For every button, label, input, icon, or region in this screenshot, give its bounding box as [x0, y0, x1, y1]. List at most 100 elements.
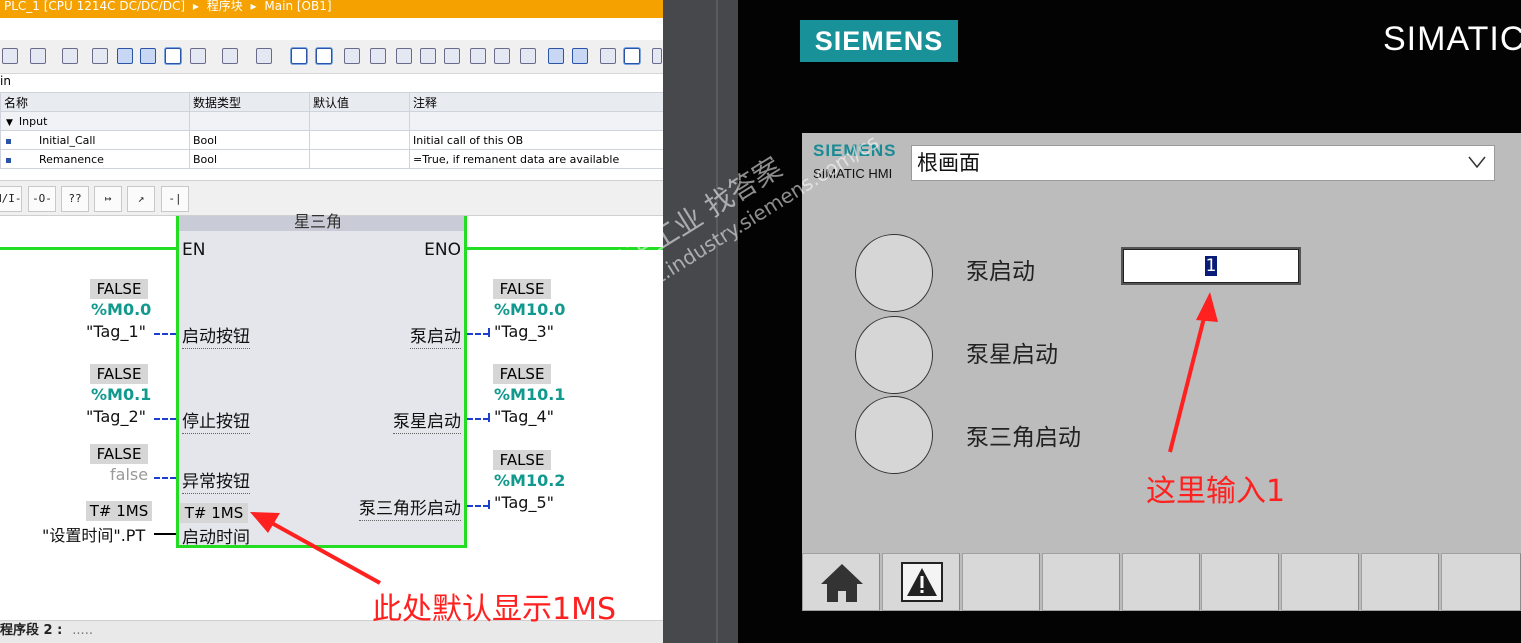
- status-value: FALSE: [493, 279, 551, 299]
- operand-tag[interactable]: "Tag_4": [494, 407, 554, 426]
- pin-start-time: 启动时间: [182, 528, 250, 548]
- screen-brand-sub: SIMATIC HMI: [813, 166, 893, 181]
- connection-line: [154, 533, 176, 535]
- operand-tag[interactable]: "Tag_2": [86, 407, 146, 426]
- toolbar-icon[interactable]: [92, 48, 108, 64]
- operand-address[interactable]: %M10.0: [494, 300, 565, 319]
- window-divider: [663, 0, 738, 643]
- toolbar-icon[interactable]: [62, 48, 78, 64]
- table-row[interactable]: Initial_Call Bool Initial call of this O…: [0, 130, 663, 150]
- column-header-type[interactable]: 数据类型: [189, 92, 310, 112]
- toolbar-icon[interactable]: [140, 48, 156, 64]
- breadcrumb-device[interactable]: PLC_1 [CPU 1214C DC/DC/DC]: [4, 0, 185, 13]
- toolbar-icon[interactable]: [494, 48, 510, 64]
- param-type: Bool: [189, 130, 310, 150]
- function-key[interactable]: [1201, 553, 1279, 611]
- operand-constant[interactable]: false: [110, 465, 148, 484]
- function-key[interactable]: [1042, 553, 1120, 611]
- toolbar-icon[interactable]: [30, 48, 46, 64]
- column-header-name[interactable]: 名称: [0, 92, 190, 112]
- column-header-comment[interactable]: 注释: [409, 92, 663, 112]
- toolbar-icon[interactable]: [652, 48, 662, 64]
- empty-box-icon[interactable]: ??: [61, 186, 89, 212]
- chevron-down-icon[interactable]: [1468, 156, 1486, 168]
- function-block-star-delta[interactable]: 星三角 EN ENO 启动按钮 停止按钮 异常按钮 T# 1MS 启动时间 泵启…: [176, 212, 467, 548]
- group-label: Input: [18, 114, 48, 128]
- function-key-bar: [802, 553, 1521, 611]
- open-branch-icon[interactable]: ↦: [94, 186, 122, 212]
- pin-pump-star: 泵星启动: [393, 407, 461, 434]
- toolbar-icon[interactable]: [117, 48, 133, 64]
- table-row-group[interactable]: ▼ Input: [0, 111, 663, 131]
- function-key[interactable]: [1441, 553, 1521, 611]
- power-rail-left: [0, 247, 176, 250]
- operand-tag[interactable]: "设置时间".PT: [42, 522, 145, 546]
- operand-address[interactable]: %M10.2: [494, 471, 565, 490]
- annotation-right: 这里输入1: [1146, 474, 1286, 509]
- toolbar-icon[interactable]: [396, 48, 412, 64]
- toolbar-icon[interactable]: [548, 48, 564, 64]
- toolbar-icon[interactable]: [600, 48, 616, 64]
- home-button[interactable]: [802, 553, 880, 611]
- breadcrumb-program-blocks[interactable]: 程序块: [207, 0, 243, 13]
- param-default: [309, 130, 410, 150]
- function-key[interactable]: [1281, 553, 1359, 611]
- toolbar-icon[interactable]: [370, 48, 386, 64]
- alarm-button[interactable]: [882, 553, 960, 611]
- function-key[interactable]: [1361, 553, 1439, 611]
- collapse-triangle-icon[interactable]: ▼: [6, 118, 13, 128]
- toolbar-icon[interactable]: [222, 48, 238, 64]
- toolbar-icon[interactable]: [420, 48, 436, 64]
- screen-brand: SIEMENS: [813, 141, 897, 160]
- connection-line: [467, 505, 489, 507]
- operand-address[interactable]: %M10.1: [494, 385, 565, 404]
- toolbar-icon[interactable]: [444, 48, 460, 64]
- nc-contact-icon[interactable]: H/I-: [0, 186, 22, 212]
- hmi-screen: SIEMENS SIMATIC HMI 根画面 泵启动 泵星启动 泵三角启动 1: [802, 133, 1521, 611]
- screen-select-dropdown[interactable]: 根画面: [911, 145, 1495, 181]
- function-key[interactable]: [1122, 553, 1200, 611]
- toolbar-icon[interactable]: [190, 48, 206, 64]
- operand-tag[interactable]: "Tag_5": [494, 493, 554, 512]
- io-field-value: 1: [1204, 256, 1218, 276]
- param-comment: Initial call of this OB: [409, 130, 663, 150]
- connection-line: [154, 333, 176, 335]
- annotation-left: 此处默认显示1MS: [372, 592, 617, 627]
- io-field-time-input[interactable]: 1: [1121, 247, 1301, 285]
- column-header-default[interactable]: 默认值: [309, 92, 410, 112]
- param-type: Bool: [189, 149, 310, 169]
- parameter-icon: [6, 138, 11, 144]
- tia-portal-window: PLC_1 [CPU 1214C DC/DC/DC] ▸ 程序块 ▸ Main …: [0, 0, 663, 643]
- home-icon: [821, 564, 863, 602]
- toolbar-icon[interactable]: [470, 48, 486, 64]
- operand-address[interactable]: %M0.0: [91, 300, 151, 319]
- table-row[interactable]: Remanence Bool =True, if remanent data a…: [0, 149, 663, 169]
- coil-icon[interactable]: -O-: [28, 186, 56, 212]
- operand-tag[interactable]: "Tag_1": [86, 322, 146, 341]
- toolbar-icon[interactable]: [2, 48, 18, 64]
- pin-fault-button: 异常按钮: [182, 467, 250, 494]
- toolbar-icon[interactable]: [316, 48, 332, 64]
- toolbar-icon[interactable]: [344, 48, 360, 64]
- toolbar-icon[interactable]: [624, 48, 640, 64]
- toolbar-icon[interactable]: [572, 48, 588, 64]
- branch-connector-icon[interactable]: -|: [161, 186, 189, 212]
- param-name: Remanence: [39, 152, 104, 166]
- close-branch-icon[interactable]: ↗: [127, 186, 155, 212]
- group-cell[interactable]: ▼ Input: [0, 111, 190, 131]
- operand-tag[interactable]: "Tag_3": [494, 322, 554, 341]
- toolbar-icon[interactable]: [165, 48, 181, 64]
- breadcrumb-main-ob1[interactable]: Main [OB1]: [264, 0, 331, 13]
- connection-line: [154, 477, 176, 479]
- hmi-panel: SIEMENS SIMATIC SIEMENS SIMATIC HMI 根画面 …: [738, 0, 1521, 643]
- param-comment: =True, if remanent data are available: [409, 149, 663, 169]
- pin-stop-button: 停止按钮: [182, 407, 250, 434]
- block-interface-table: 名称 数据类型 默认值 注释 ▼ Input Initial_Call Bool …: [0, 92, 663, 169]
- toolbar-icon[interactable]: [256, 48, 272, 64]
- toolbar-icon[interactable]: [291, 48, 307, 64]
- network-2-comment[interactable]: .....: [72, 623, 93, 638]
- toolbar-icon[interactable]: [520, 48, 536, 64]
- function-key[interactable]: [962, 553, 1040, 611]
- operand-address[interactable]: %M0.1: [91, 385, 151, 404]
- fb-title-text: 星三角: [294, 212, 343, 231]
